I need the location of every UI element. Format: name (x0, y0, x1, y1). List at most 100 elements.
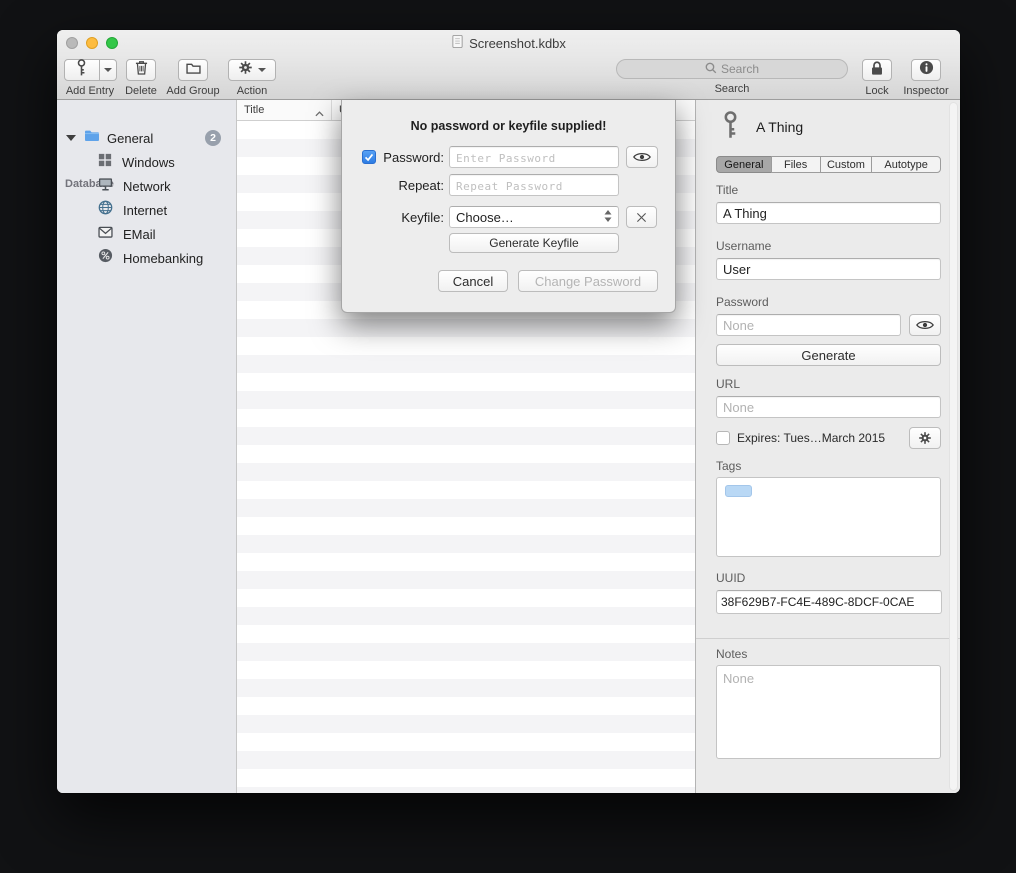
keyfile-popup[interactable]: Choose… (449, 206, 619, 228)
key-icon (76, 59, 87, 81)
traffic-lights (66, 37, 118, 49)
sidebar-item-label: Windows (122, 155, 175, 170)
window-header: Screenshot.kdbx Add Entry (57, 30, 960, 100)
sidebar-item-internet[interactable]: Internet (57, 199, 236, 221)
username-input[interactable] (716, 258, 941, 280)
uuid-input[interactable] (716, 590, 942, 614)
tab-autotype[interactable]: Autotype (871, 156, 941, 173)
sidebar-item-email[interactable]: EMail (57, 223, 236, 245)
password-input[interactable] (716, 314, 901, 336)
change-password-sheet: No password or keyfile supplied! Passwor… (341, 100, 676, 313)
expires-settings-button[interactable] (909, 427, 941, 449)
uuid-label: UUID (716, 571, 745, 585)
gear-icon (238, 60, 253, 80)
chevron-down-icon (258, 68, 266, 72)
column-label: Title (244, 104, 264, 116)
reveal-password-button[interactable] (626, 146, 658, 168)
minimize-button[interactable] (86, 37, 98, 49)
trash-icon (135, 60, 148, 80)
notes-placeholder: None (723, 671, 754, 686)
tab-general[interactable]: General (716, 156, 772, 173)
search-area: Search Search (616, 59, 848, 95)
tab-files[interactable]: Files (771, 156, 821, 173)
close-x-icon (636, 212, 647, 223)
sidebar-item-label: Internet (123, 203, 167, 218)
notes-field[interactable]: None (716, 665, 941, 759)
document-icon (451, 34, 464, 52)
keyfile-value: Choose… (456, 210, 514, 225)
inspector-button[interactable]: Inspector (896, 59, 956, 97)
sidebar-item-general[interactable]: General 2 (57, 127, 236, 149)
eye-icon (916, 320, 934, 330)
repeat-password-input[interactable] (449, 174, 619, 196)
folder-plus-icon (186, 61, 201, 79)
sidebar: Database General 2 Windows Network (57, 100, 237, 793)
generate-password-button[interactable]: Generate (716, 344, 941, 366)
generate-keyfile-button[interactable]: Generate Keyfile (449, 233, 619, 253)
sidebar-item-windows[interactable]: Windows (57, 151, 236, 173)
action-button[interactable]: Action (222, 59, 282, 97)
disclosure-triangle-icon[interactable] (66, 135, 76, 141)
entry-title: A Thing (756, 119, 803, 135)
network-icon (98, 177, 113, 196)
folder-icon (84, 129, 100, 147)
zoom-button[interactable] (106, 37, 118, 49)
tags-label: Tags (716, 459, 741, 473)
search-label: Search (715, 83, 750, 95)
sidebar-item-homebanking[interactable]: Homebanking (57, 247, 236, 269)
email-icon (98, 225, 113, 243)
inspector-panel: A Thing General Files Custom Autotype Ti… (695, 100, 960, 793)
sort-ascending-icon (315, 108, 324, 120)
keyfile-label: Keyfile: (378, 210, 444, 225)
tag-chip[interactable] (725, 485, 752, 497)
cancel-button[interactable]: Cancel (438, 270, 508, 292)
sidebar-item-label: General (107, 131, 153, 146)
action-label: Action (237, 85, 268, 97)
password-label: Password (716, 295, 769, 309)
search-placeholder: Search (721, 62, 759, 76)
popup-stepper-icon (604, 210, 612, 225)
close-button (66, 37, 78, 49)
key-icon (722, 111, 739, 144)
sidebar-item-label: Network (123, 179, 171, 194)
homebanking-icon (98, 248, 113, 268)
tab-custom[interactable]: Custom (820, 156, 873, 173)
internet-icon (98, 200, 113, 220)
add-entry-label: Add Entry (66, 85, 114, 97)
add-group-label: Add Group (166, 85, 219, 97)
check-icon (364, 152, 374, 162)
divider (696, 638, 960, 639)
sidebar-item-label: EMail (123, 227, 156, 242)
window-title: Screenshot.kdbx (469, 36, 566, 51)
add-group-button[interactable]: Add Group (163, 59, 223, 97)
lock-label: Lock (865, 85, 888, 97)
inspector-scrollbar[interactable] (949, 102, 958, 791)
windows-icon (98, 153, 112, 172)
url-input[interactable] (716, 396, 941, 418)
password-label: Password: (378, 150, 444, 165)
search-input[interactable]: Search (616, 59, 848, 79)
lock-icon (871, 60, 883, 81)
column-header-title[interactable]: Title (237, 100, 332, 120)
clear-keyfile-button[interactable] (626, 206, 657, 228)
sheet-message: No password or keyfile supplied! (342, 119, 675, 133)
titlebar[interactable]: Screenshot.kdbx (57, 30, 960, 56)
reveal-password-button[interactable] (909, 314, 941, 336)
url-label: URL (716, 377, 740, 391)
entry-count-badge: 2 (205, 130, 221, 146)
inspector-label: Inspector (903, 85, 948, 97)
expires-label: Expires: Tues…March 2015 (737, 431, 885, 445)
inspector-tabs: General Files Custom Autotype (716, 156, 941, 173)
desktop-background: Screenshot.kdbx Add Entry (0, 0, 1016, 873)
title-input[interactable] (716, 202, 941, 224)
repeat-label: Repeat: (378, 178, 444, 193)
sidebar-item-label: Homebanking (123, 251, 203, 266)
sidebar-item-network[interactable]: Network (57, 175, 236, 197)
delete-button[interactable]: Delete (111, 59, 171, 97)
expires-checkbox[interactable] (716, 431, 730, 445)
title-label: Title (716, 183, 738, 197)
tags-field[interactable] (716, 477, 941, 557)
search-icon (705, 62, 717, 77)
password-checkbox[interactable] (362, 150, 376, 164)
password-input[interactable] (449, 146, 619, 168)
